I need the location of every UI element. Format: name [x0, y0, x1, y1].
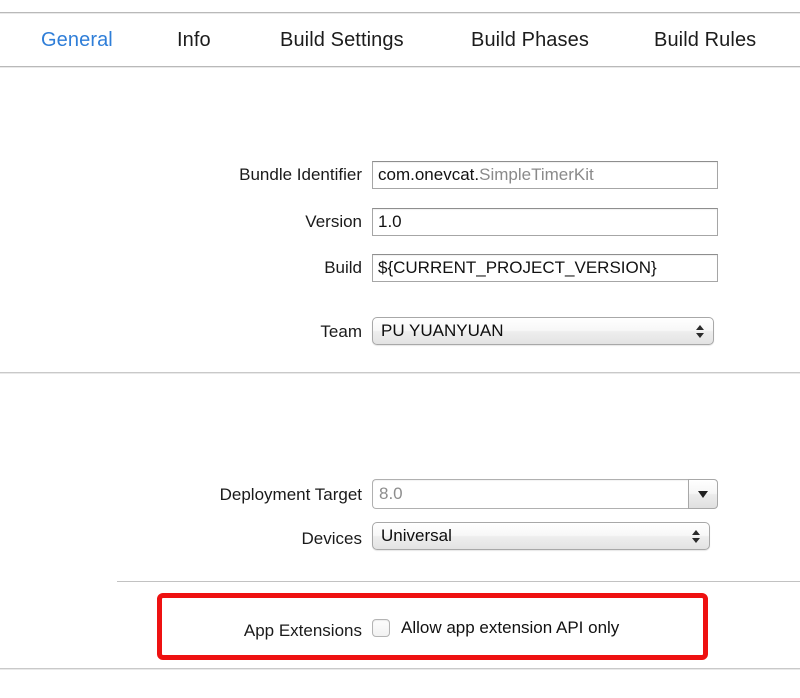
build-label: Build [324, 255, 362, 281]
deployment-target-value[interactable]: 8.0 [372, 479, 688, 509]
tabbar-bottom-divider-shadow [0, 67, 800, 68]
devices-label: Devices [302, 526, 362, 552]
version-field[interactable]: 1.0 [372, 208, 718, 236]
allow-app-extension-api-row[interactable]: Allow app extension API only [372, 618, 619, 638]
team-label: Team [320, 319, 362, 345]
chevron-updown-icon [695, 323, 704, 339]
tab-build-settings[interactable]: Build Settings [280, 29, 404, 52]
tab-info[interactable]: Info [177, 29, 211, 52]
app-extensions-label: App Extensions [244, 618, 362, 644]
identity-section-divider-shadow [0, 373, 800, 374]
deployment-target-combobox[interactable]: 8.0 [372, 479, 718, 509]
chevron-down-icon [698, 491, 708, 498]
editor-tab-bar: General Info Build Settings Build Phases… [0, 14, 800, 66]
team-popup-button[interactable]: PU YUANYUAN [372, 317, 714, 345]
devices-popup-button[interactable]: Universal [372, 522, 710, 550]
deployment-target-label: Deployment Target [220, 482, 362, 508]
devices-value: Universal [381, 526, 452, 546]
version-label: Version [305, 209, 362, 235]
tab-general[interactable]: General [41, 29, 113, 52]
team-value: PU YUANYUAN [381, 321, 504, 341]
deployment-section-divider [117, 581, 800, 582]
deployment-target-dropdown-button[interactable] [688, 479, 718, 509]
allow-app-extension-api-checkbox[interactable] [372, 619, 390, 637]
build-field[interactable]: ${CURRENT_PROJECT_VERSION} [372, 254, 718, 282]
tab-build-rules[interactable]: Build Rules [654, 29, 756, 52]
bundle-identifier-label: Bundle Identifier [239, 162, 362, 188]
target-editor-pane: General Info Build Settings Build Phases… [0, 0, 800, 698]
chevron-updown-icon [691, 528, 700, 544]
bottom-divider-shadow [0, 669, 800, 670]
bundle-identifier-field[interactable]: com.onevcat.SimpleTimerKit [372, 161, 718, 189]
tab-build-phases[interactable]: Build Phases [471, 29, 589, 52]
bundle-identifier-suffix: SimpleTimerKit [479, 165, 594, 185]
allow-app-extension-api-label: Allow app extension API only [401, 618, 619, 638]
bundle-identifier-prefix: com.onevcat. [378, 165, 479, 185]
